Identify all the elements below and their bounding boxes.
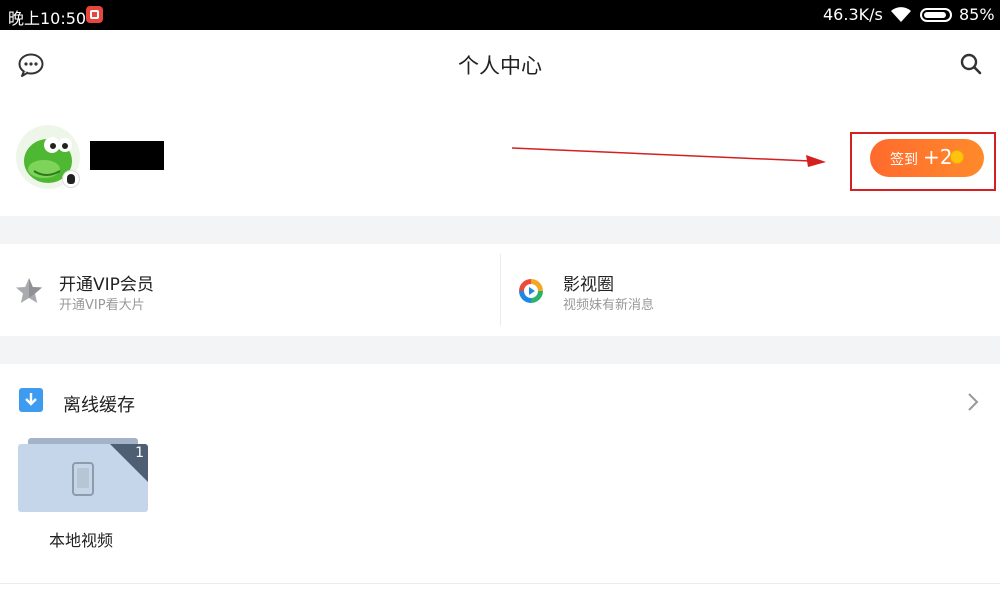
status-bar: 晚上10:50 46.3K/s 85%: [0, 0, 1000, 30]
wifi-icon: [891, 7, 911, 22]
annotation-arrow: [511, 147, 826, 167]
search-icon[interactable]: [959, 52, 983, 76]
phone-icon: [72, 462, 94, 496]
page-title: 个人中心: [458, 54, 542, 78]
vip-subtitle: 开通VIP看大片: [59, 298, 145, 313]
battery-percent: 85%: [959, 5, 995, 24]
cell-divider: [500, 254, 501, 326]
signin-button[interactable]: 签到 +2: [870, 139, 984, 177]
username-redacted: [90, 141, 164, 170]
offline-title[interactable]: 离线缓存: [63, 391, 135, 417]
local-video-folder[interactable]: 1: [18, 438, 148, 512]
qq-badge-icon: [62, 170, 80, 188]
status-time: 晚上10:50: [8, 9, 87, 28]
download-icon: [19, 388, 43, 412]
signin-reward: +2: [923, 145, 953, 169]
chevron-right-icon[interactable]: [966, 392, 980, 412]
star-icon: [16, 278, 42, 303]
battery-icon: [920, 8, 952, 22]
section-divider: [0, 336, 1000, 364]
folder-label: 本地视频: [49, 531, 114, 550]
offline-section: 离线缓存 1 本地视频: [0, 364, 1000, 589]
folder-count: 1: [135, 445, 144, 461]
coin-icon: [950, 150, 964, 164]
signin-label: 签到: [890, 152, 918, 168]
section-divider: [0, 216, 1000, 244]
notification-icon: [86, 6, 103, 23]
network-speed: 46.3K/s: [823, 5, 883, 24]
play-circle-icon: [519, 279, 543, 303]
feature-row: 开通VIP会员 开通VIP看大片 影视圈 视频妹有新消息: [0, 244, 1000, 336]
title-bar: 个人中心: [0, 30, 1000, 98]
circle-subtitle: 视频妹有新消息: [563, 298, 655, 313]
vip-title[interactable]: 开通VIP会员: [59, 270, 154, 295]
circle-title[interactable]: 影视圈: [563, 270, 614, 295]
bottom-divider: [0, 583, 1000, 584]
